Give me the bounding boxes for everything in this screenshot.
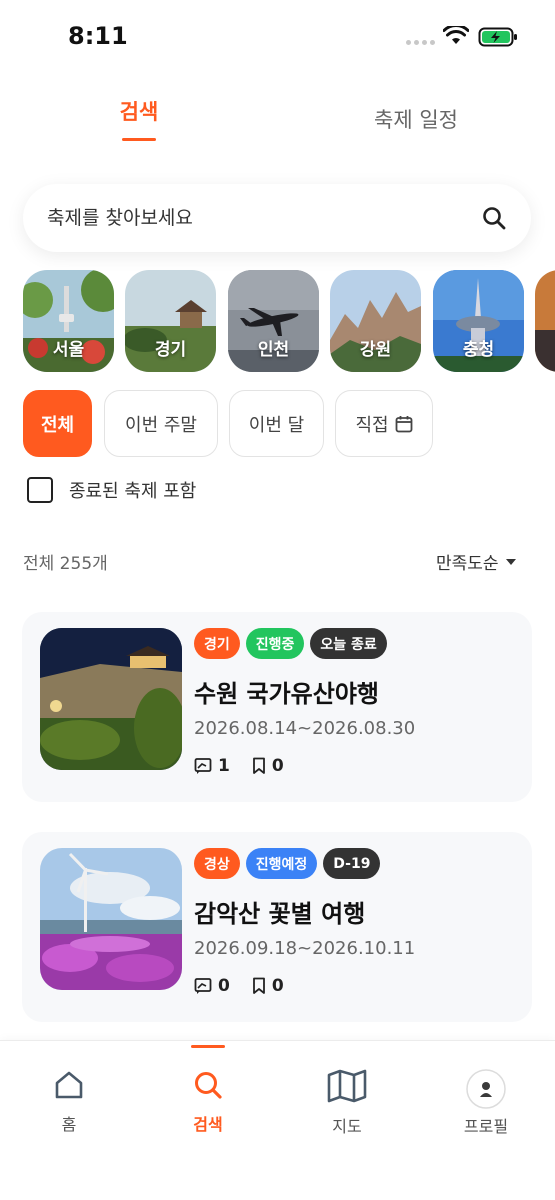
festival-meta: 1 0 <box>194 756 298 776</box>
festival-dates: 2026.09.18~2026.10.11 <box>194 938 416 959</box>
search-icon[interactable] <box>481 205 507 231</box>
deadline-badge: 오늘 종료 <box>310 628 387 659</box>
region-next[interactable] <box>535 270 555 372</box>
region-badge: 경기 <box>194 628 240 659</box>
nav-search[interactable]: 검색 <box>158 1069 258 1135</box>
bookmark-count-value: 0 <box>271 756 284 776</box>
region-image <box>535 270 555 372</box>
region-label: 서울 <box>52 340 85 360</box>
festival-thumbnail <box>40 628 182 770</box>
region-incheon[interactable]: 인천 <box>228 270 319 372</box>
review-icon <box>194 978 212 994</box>
filter-custom-label: 직접 <box>355 414 389 436</box>
tab-search-label: 검색 <box>119 100 159 124</box>
status-badge: 진행중 <box>245 628 305 659</box>
map-icon <box>327 1069 367 1103</box>
badge-group: 경기 진행중 오늘 종료 <box>194 628 387 659</box>
result-count: 전체 255개 <box>23 554 108 574</box>
filter-all[interactable]: 전체 <box>23 390 92 457</box>
festival-thumbnail <box>40 848 182 990</box>
festival-title: 수원 국가유산야행 <box>194 680 379 708</box>
checkbox-square[interactable] <box>27 477 53 503</box>
festival-card[interactable]: 경상 진행예정 D-19 감악산 꽃별 여행 2026.09.18~2026.1… <box>22 832 532 1022</box>
flower-windmill-image <box>40 848 182 990</box>
nav-map[interactable]: 지도 <box>297 1069 397 1137</box>
review-count: 1 <box>194 756 230 776</box>
status-badge: 진행예정 <box>245 848 318 879</box>
night-fortress-image <box>40 628 182 770</box>
home-icon <box>55 1071 83 1099</box>
top-tabs: 검색 축제 일정 <box>0 80 555 150</box>
region-badge: 경상 <box>194 848 240 879</box>
bottom-navigation: 홈 검색 지도 프로필 <box>0 1040 555 1200</box>
badge-group: 경상 진행예정 D-19 <box>194 848 381 879</box>
review-count-value: 0 <box>218 976 230 996</box>
nav-profile-label: 프로필 <box>463 1117 509 1136</box>
filter-all-label: 전체 <box>40 414 75 436</box>
region-label: 경기 <box>154 340 187 360</box>
status-bar: 8:11 <box>0 0 555 70</box>
filter-month-label: 이번 달 <box>248 414 305 436</box>
bookmark-count: 0 <box>252 756 284 776</box>
avatar <box>466 1069 506 1109</box>
review-count-value: 1 <box>218 756 230 776</box>
bookmark-count-value: 0 <box>271 976 284 996</box>
festival-card[interactable]: 경기 진행중 오늘 종료 수원 국가유산야행 2026.08.14~2026.0… <box>22 612 532 802</box>
sort-label: 만족도순 <box>436 554 499 574</box>
review-icon <box>194 758 212 774</box>
region-carousel: 서울 경기 인천 강원 충청 <box>23 270 555 372</box>
filter-custom-date[interactable]: 직접 <box>335 390 433 457</box>
tab-search[interactable]: 검색 <box>98 96 180 141</box>
region-seoul[interactable]: 서울 <box>23 270 114 372</box>
nav-home[interactable]: 홈 <box>19 1069 119 1135</box>
search-bar <box>23 184 531 252</box>
nav-profile[interactable]: 프로필 <box>436 1069 536 1137</box>
review-count: 0 <box>194 976 230 996</box>
region-label: 인천 <box>257 340 290 360</box>
tab-schedule-label: 축제 일정 <box>374 108 458 132</box>
wifi-icon <box>443 26 469 44</box>
bookmark-count: 0 <box>252 976 284 996</box>
calendar-icon <box>395 415 412 432</box>
search-icon <box>195 1072 222 1099</box>
battery-icon <box>478 27 517 47</box>
bookmark-icon <box>252 757 265 774</box>
filter-this-month[interactable]: 이번 달 <box>229 390 324 457</box>
nav-search-label: 검색 <box>193 1115 223 1134</box>
nav-home-label: 홈 <box>61 1115 77 1134</box>
filter-weekend-label: 이번 주말 <box>125 414 197 436</box>
region-gangwon[interactable]: 강원 <box>330 270 421 372</box>
region-label: 강원 <box>359 340 392 360</box>
bookmark-icon <box>252 977 265 994</box>
nav-map-label: 지도 <box>332 1117 362 1136</box>
include-ended-checkbox[interactable]: 종료된 축제 포함 <box>27 477 196 503</box>
tab-active-indicator <box>122 138 156 141</box>
festival-meta: 0 0 <box>194 976 298 996</box>
region-chungcheong[interactable]: 충청 <box>433 270 524 372</box>
festival-dates: 2026.08.14~2026.08.30 <box>194 718 416 739</box>
festival-title: 감악산 꽃별 여행 <box>194 900 366 928</box>
dday-badge: D-19 <box>323 848 381 879</box>
signal-icon <box>406 40 435 45</box>
include-ended-label: 종료된 축제 포함 <box>69 481 197 502</box>
region-label: 충청 <box>462 340 495 360</box>
filter-this-weekend[interactable]: 이번 주말 <box>104 390 218 457</box>
search-input[interactable] <box>47 207 481 229</box>
nav-active-indicator <box>191 1045 225 1048</box>
tab-festival-schedule[interactable]: 축제 일정 <box>356 104 476 134</box>
status-time: 8:11 <box>68 22 128 50</box>
sort-dropdown[interactable]: 만족도순 <box>436 549 517 574</box>
caret-down-icon <box>505 558 516 565</box>
region-gyeonggi[interactable]: 경기 <box>125 270 216 372</box>
